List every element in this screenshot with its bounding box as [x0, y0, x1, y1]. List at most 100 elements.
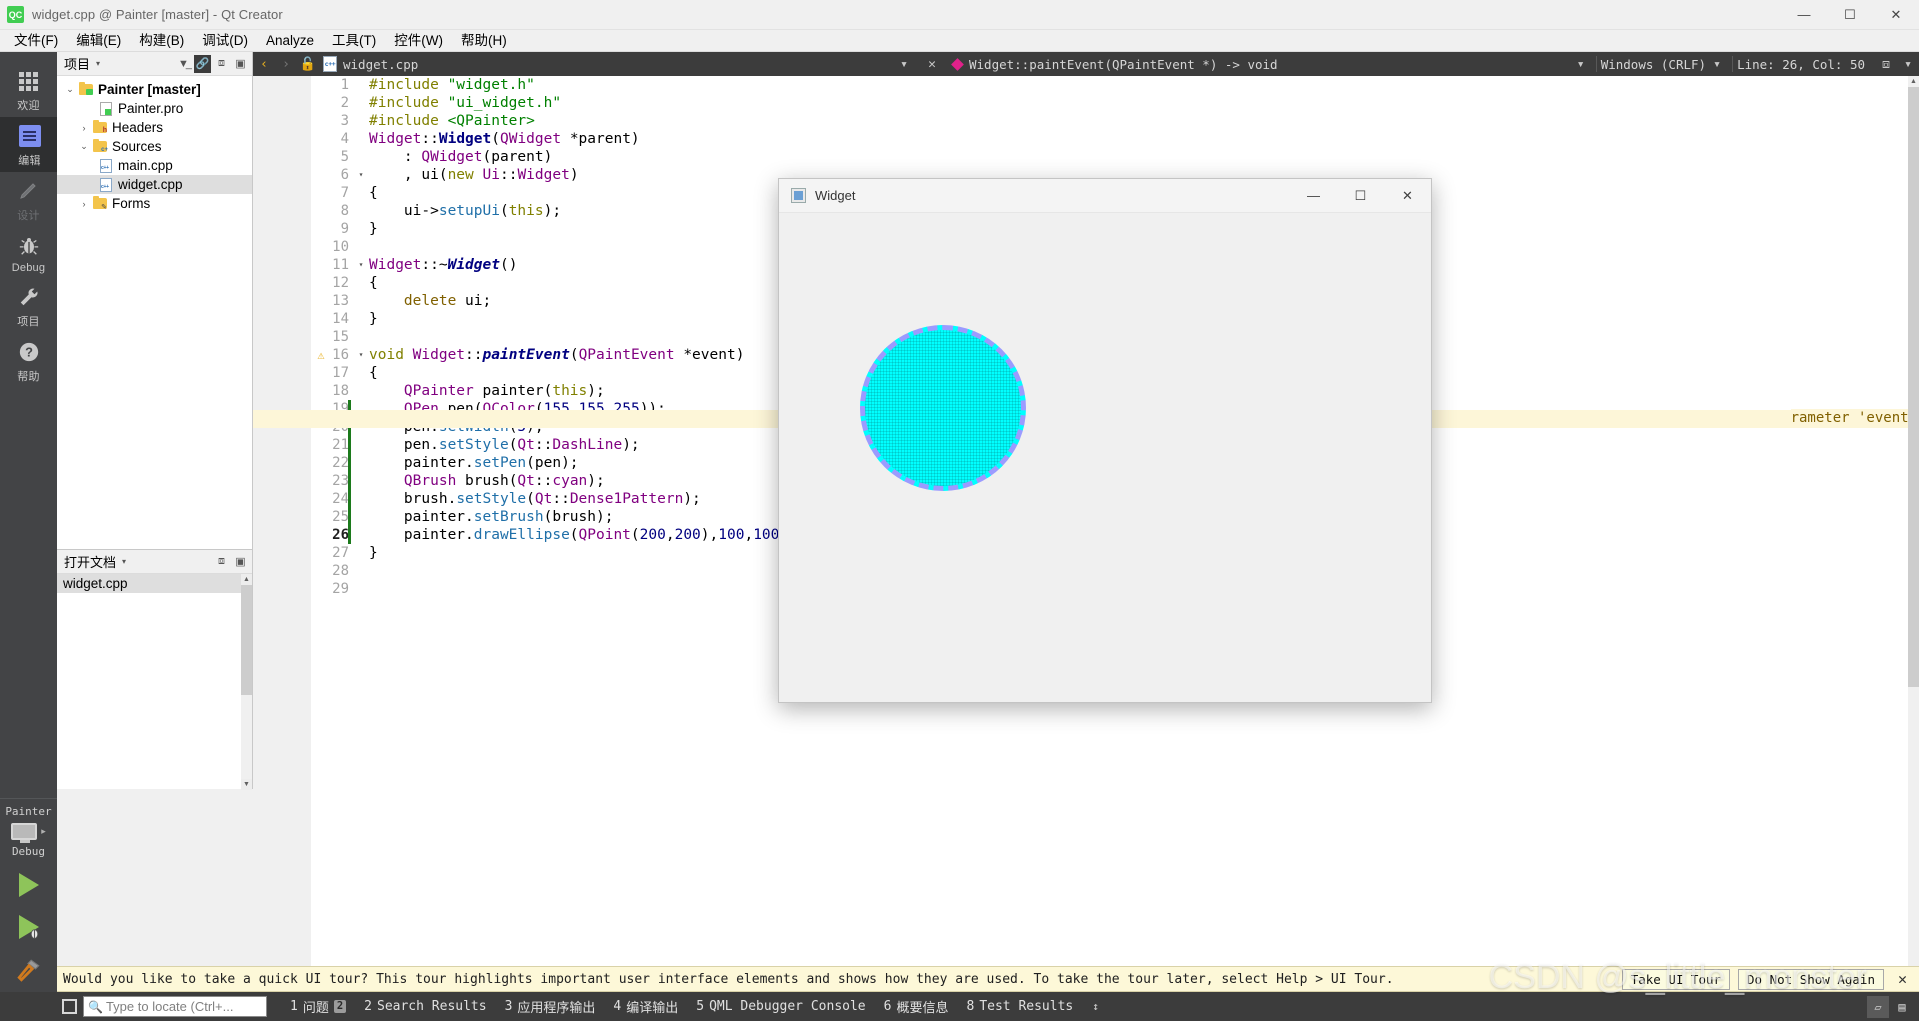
symbol-combo[interactable]: Widget::paintEvent(QPaintEvent *) -> voi…	[951, 57, 1278, 72]
build-button[interactable]	[16, 957, 42, 988]
menu-tools[interactable]: 工具(T)	[323, 30, 385, 52]
close-window-button[interactable]: ✕	[1873, 0, 1919, 30]
mode-edit[interactable]: 编辑	[0, 117, 57, 172]
line-number: 26	[332, 527, 349, 543]
tree-item-painter-pro[interactable]: Painter.pro	[57, 99, 252, 118]
tree-item-forms[interactable]: › Forms	[57, 194, 252, 213]
widget-paint-canvas	[779, 213, 1431, 702]
tree-item-main-cpp[interactable]: main.cpp	[57, 156, 252, 175]
lock-icon[interactable]: 🔓	[297, 52, 319, 76]
maximize-output-pane-button[interactable]: ▤	[1891, 996, 1913, 1018]
warning-tooltip-text: rameter 'event'	[1790, 409, 1917, 427]
output-pane-issues[interactable]: 1 问题 2	[281, 997, 355, 1016]
menu-help[interactable]: 帮助(H)	[452, 30, 516, 52]
kit-selector[interactable]: Painter ▸ Debug	[0, 798, 57, 1001]
fold-marker-icon[interactable]: ▾	[355, 346, 367, 364]
output-pane-test-results[interactable]: 8 Test Results	[957, 999, 1082, 1014]
line-number: 15	[332, 329, 349, 345]
editor-toolbar: ‹ › 🔓 c++ widget.cpp ▾ ✕ Widget::paintEv…	[253, 52, 1919, 76]
split-icon[interactable]: ⧈	[213, 55, 230, 73]
minimize-window-button[interactable]: —	[1781, 0, 1827, 30]
menu-edit[interactable]: 编辑(E)	[67, 30, 130, 52]
file-combo-caret-icon[interactable]: ▾	[893, 52, 915, 76]
start-debug-button[interactable]	[18, 915, 39, 939]
collapse-icon[interactable]: ▣	[232, 553, 249, 571]
tree-item-sources[interactable]: ⌄ Sources	[57, 137, 252, 156]
file-cpp-icon	[97, 158, 115, 173]
output-pane-updown-icon[interactable]: ↕	[1082, 1000, 1109, 1013]
fold-marker-icon[interactable]: ▾	[355, 166, 367, 184]
code-line[interactable]: 1 #include "widget.h"	[311, 76, 1908, 94]
fold-marker-icon[interactable]: ▾	[355, 256, 367, 274]
pane-label: 编译输出	[626, 1001, 679, 1016]
line-number: 5	[340, 149, 349, 165]
chevron-down-icon[interactable]: ⌄	[63, 84, 77, 95]
output-pane-compile-output[interactable]: 4 编译输出	[604, 997, 687, 1016]
close-banner-button[interactable]: ✕	[1892, 970, 1913, 988]
code-line[interactable]: 2 #include "ui_widget.h"	[311, 94, 1908, 112]
line-ending-label[interactable]: Windows (CRLF)	[1601, 57, 1706, 72]
mode-projects[interactable]: 项目	[0, 278, 57, 333]
filter-icon[interactable]: ▼̲	[175, 55, 192, 73]
minimize-output-pane-button[interactable]: ▱	[1867, 995, 1889, 1018]
scroll-up-icon[interactable]: ▲	[241, 574, 252, 585]
widget-minimize-button[interactable]: —	[1290, 179, 1337, 213]
run-button[interactable]	[18, 873, 39, 897]
chevron-right-icon[interactable]: ›	[77, 123, 91, 133]
chevron-right-icon[interactable]: ›	[77, 199, 91, 209]
tree-item-widget-cpp[interactable]: widget.cpp	[57, 175, 252, 194]
editor-gutter[interactable]	[253, 76, 311, 984]
output-pane-overview[interactable]: 6 概要信息	[875, 997, 958, 1016]
scroll-down-icon[interactable]: ▼	[241, 779, 252, 790]
widget-preview-window[interactable]: Widget — ☐ ✕	[778, 178, 1432, 703]
tree-item-headers[interactable]: › Headers	[57, 118, 252, 137]
line-ending-caret-icon[interactable]: ▾	[1570, 52, 1592, 76]
output-pane-application-output[interactable]: 3 应用程序输出	[496, 997, 605, 1016]
locator-input[interactable]: 🔍 Type to locate (Ctrl+...	[83, 996, 267, 1017]
mode-help[interactable]: ? 帮助	[0, 333, 57, 388]
menu-debug[interactable]: 调试(D)	[193, 30, 257, 52]
mode-welcome[interactable]: 欢迎	[0, 62, 57, 117]
menu-widgets[interactable]: 控件(W)	[385, 30, 452, 52]
widget-close-button[interactable]: ✕	[1384, 179, 1431, 213]
menu-analyze[interactable]: Analyze	[257, 30, 323, 52]
chevron-down-icon[interactable]: ▾	[96, 59, 100, 68]
chevron-down-icon[interactable]: ▾	[122, 557, 126, 566]
pane-label: 问题	[302, 1001, 329, 1016]
code-text: , ui(new Ui::Widget)	[369, 167, 579, 183]
open-file-combo[interactable]: c++ widget.cpp	[319, 56, 418, 72]
code-line[interactable]: 4 Widget::Widget(QWidget *parent)	[311, 130, 1908, 148]
split-editor-button[interactable]: ⧈	[1875, 52, 1897, 76]
scrollbar-thumb[interactable]	[241, 585, 252, 695]
mode-debug[interactable]: Debug	[0, 227, 57, 278]
menu-build[interactable]: 构建(B)	[130, 30, 193, 52]
close-editor-button[interactable]: ✕	[921, 52, 943, 76]
editor-scrollbar[interactable]: ▲ ▼	[1908, 76, 1919, 984]
navigate-forward-button[interactable]: ›	[275, 52, 297, 76]
output-pane-search-results[interactable]: 2 Search Results	[355, 999, 495, 1014]
line-number: 22	[332, 455, 349, 471]
mode-design[interactable]: 设计	[0, 172, 57, 227]
code-line[interactable]: 5 : QWidget(parent)	[311, 148, 1908, 166]
take-ui-tour-button[interactable]: Take UI Tour	[1621, 968, 1731, 990]
code-line[interactable]: 3 #include <QPainter>	[311, 112, 1908, 130]
scroll-up-icon[interactable]: ▲	[1908, 76, 1919, 87]
menu-file[interactable]: 文件(F)	[5, 30, 67, 52]
output-pane-toggle-icon[interactable]	[62, 999, 77, 1014]
chevron-down-icon[interactable]: ⌄	[77, 141, 91, 152]
split-icon[interactable]: ⧈	[213, 553, 230, 571]
navigate-back-button[interactable]: ‹	[253, 52, 275, 76]
editor-options-caret-icon[interactable]: ▾	[1897, 52, 1919, 76]
collapse-icon[interactable]: ▣	[232, 55, 249, 73]
output-pane-qml-debugger-console[interactable]: 5 QML Debugger Console	[687, 999, 874, 1014]
scrollbar-thumb[interactable]	[1908, 87, 1919, 687]
encoding-caret-icon[interactable]: ▾	[1706, 52, 1728, 76]
open-document-widget-cpp[interactable]: widget.cpp	[57, 574, 252, 593]
tree-item-painter-project[interactable]: ⌄ Painter [master]	[57, 80, 252, 99]
widget-maximize-button[interactable]: ☐	[1337, 179, 1384, 213]
maximize-window-button[interactable]: ☐	[1827, 0, 1873, 30]
pane-number: 4	[613, 999, 622, 1014]
open-documents-scrollbar[interactable]: ▲ ▼	[241, 574, 252, 790]
do-not-show-again-button[interactable]: Do Not Show Again	[1738, 968, 1884, 990]
link-icon[interactable]: 🔗	[194, 54, 211, 73]
